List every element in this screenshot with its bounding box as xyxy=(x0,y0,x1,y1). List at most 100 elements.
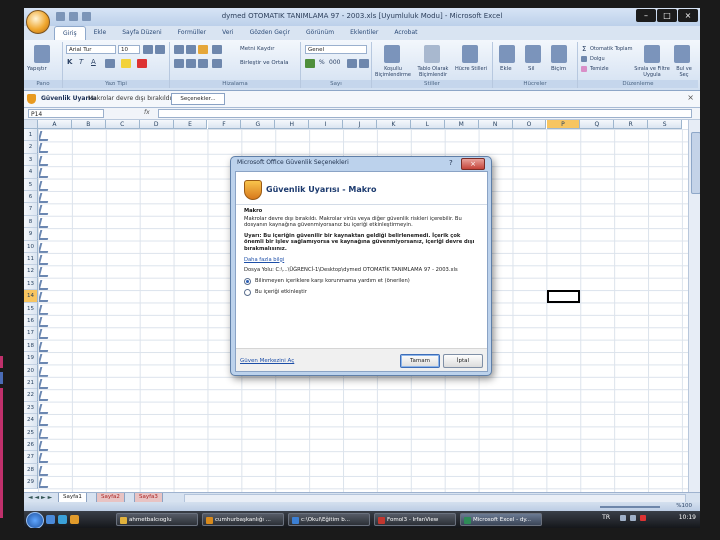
trust-center-link[interactable]: Güven Merkezini Aç xyxy=(240,358,294,364)
option-enable-row[interactable]: Bu içeriği etkinleştir xyxy=(244,288,479,296)
row-header[interactable]: 11 xyxy=(24,253,38,266)
row-header[interactable]: 5 xyxy=(24,178,38,191)
autosum-button[interactable]: Otomatik Toplam xyxy=(590,46,633,52)
row-header[interactable]: 12 xyxy=(24,265,38,278)
comma-button[interactable]: 000 xyxy=(329,59,340,66)
column-header[interactable]: E xyxy=(173,120,208,129)
column-header[interactable]: R xyxy=(614,120,649,129)
close-button[interactable]: × xyxy=(678,9,698,22)
insert-cells-button[interactable]: Ekle xyxy=(500,66,512,72)
find-select-icon[interactable] xyxy=(674,45,690,63)
column-header[interactable]: H xyxy=(275,120,310,129)
ribbon-tab[interactable]: Formüller xyxy=(170,26,214,40)
clear-icon[interactable] xyxy=(581,66,587,72)
row-header[interactable]: 29 xyxy=(24,476,38,489)
help-icon[interactable]: ? xyxy=(449,158,459,168)
align-middle-icon[interactable] xyxy=(186,45,196,54)
row-header[interactable]: 20 xyxy=(24,364,38,377)
cell-styles-icon[interactable] xyxy=(462,45,478,63)
sort-filter-icon[interactable] xyxy=(644,45,660,63)
ok-button[interactable]: Tamam xyxy=(400,354,440,368)
enable-radio-label[interactable]: Bu içeriği etkinleştir xyxy=(255,289,307,296)
wrap-text-button[interactable]: Metni Kaydır xyxy=(240,46,274,52)
ribbon-tab[interactable]: Veri xyxy=(214,26,241,40)
taskbar-button[interactable]: Microsoft Excel - dy... xyxy=(460,513,542,526)
currency-icon[interactable] xyxy=(305,59,315,68)
align-center-icon[interactable] xyxy=(186,59,196,68)
select-all-corner[interactable] xyxy=(24,120,38,129)
tray-security-icon[interactable] xyxy=(640,515,646,521)
row-header[interactable]: 1 xyxy=(24,129,38,142)
column-header[interactable]: J xyxy=(343,120,377,129)
cancel-button[interactable]: İptal xyxy=(443,354,483,368)
align-right-icon[interactable] xyxy=(198,59,208,68)
row-header[interactable]: 15 xyxy=(24,302,38,315)
taskbar-button[interactable]: ahmetbalcıoglu xyxy=(116,513,198,526)
sheet-nav-arrows[interactable]: ◄ ◄ ► ► xyxy=(28,494,52,501)
column-header[interactable]: Q xyxy=(580,120,615,129)
fill-color-icon[interactable] xyxy=(121,59,131,68)
column-header[interactable]: G xyxy=(241,120,276,129)
fx-icon[interactable]: fx xyxy=(144,109,150,116)
underline-button[interactable]: A xyxy=(91,58,96,66)
format-cells-button[interactable]: Biçim xyxy=(551,66,566,72)
ribbon-tab[interactable]: Gözden Geçir xyxy=(242,26,298,40)
option-protect-row[interactable]: Bilinmeyen içeriklere karşı korunmama ya… xyxy=(244,277,479,285)
sigma-icon[interactable]: Σ xyxy=(582,45,586,53)
formula-input[interactable] xyxy=(158,109,692,118)
vertical-scroll-thumb[interactable] xyxy=(691,132,700,194)
row-header[interactable]: 8 xyxy=(24,215,38,229)
taskbar-button[interactable]: c:\Okul\Eğitim b... xyxy=(288,513,370,526)
name-box[interactable]: P14 xyxy=(28,109,104,118)
find-select-button[interactable]: Bul ve Seç xyxy=(672,66,696,78)
shrink-font-icon[interactable] xyxy=(155,45,165,54)
delete-cells-button[interactable]: Sil xyxy=(528,66,535,72)
column-header[interactable]: S xyxy=(648,120,683,129)
protect-radio[interactable] xyxy=(244,277,251,285)
column-header[interactable]: D xyxy=(139,120,174,129)
ribbon-tab[interactable]: Giriş xyxy=(54,26,86,41)
minimize-button[interactable]: – xyxy=(636,9,656,22)
row-header[interactable]: 21 xyxy=(24,377,38,390)
dialog-close-button[interactable]: × xyxy=(461,158,485,170)
more-info-link[interactable]: Daha fazla bilgi xyxy=(244,257,479,264)
increase-decimal-icon[interactable] xyxy=(347,59,357,68)
media-player-icon[interactable] xyxy=(70,515,79,524)
font-size-combo[interactable]: 10 xyxy=(118,45,140,54)
enable-radio[interactable] xyxy=(244,288,251,296)
zoom-slider[interactable] xyxy=(600,506,660,508)
active-cell[interactable] xyxy=(546,290,581,303)
language-indicator[interactable]: TR xyxy=(602,514,610,521)
start-button[interactable] xyxy=(26,512,44,528)
tray-network-icon[interactable] xyxy=(620,515,626,521)
format-as-table-button[interactable]: Tablo Olarak Biçimlendir xyxy=(414,66,452,78)
cell-styles-button[interactable]: Hücre Stilleri xyxy=(454,66,488,72)
percent-button[interactable]: % xyxy=(319,59,325,66)
row-header[interactable]: 6 xyxy=(24,191,38,204)
column-header[interactable]: C xyxy=(105,120,140,129)
taskbar-button[interactable]: Fomol3 - IrfanView xyxy=(374,513,456,526)
row-header[interactable]: 13 xyxy=(24,277,38,291)
row-header[interactable]: 24 xyxy=(24,414,38,427)
column-header[interactable]: I xyxy=(309,120,344,129)
conditional-formatting-button[interactable]: Koşullu Biçimlendirme xyxy=(374,66,412,78)
ribbon-tab[interactable]: Görünüm xyxy=(298,26,342,40)
ribbon-tab[interactable]: Acrobat xyxy=(386,26,425,40)
office-button[interactable] xyxy=(26,10,50,34)
font-name-combo[interactable]: Arial Tur xyxy=(66,45,116,54)
column-header[interactable]: F xyxy=(207,120,242,129)
align-top-icon[interactable] xyxy=(174,45,184,54)
sort-filter-button[interactable]: Sırala ve Filtre Uygula xyxy=(634,66,670,78)
font-color-icon[interactable] xyxy=(137,59,147,68)
borders-icon[interactable] xyxy=(105,59,115,68)
column-header[interactable]: L xyxy=(410,120,445,129)
column-header[interactable]: P xyxy=(546,120,581,129)
row-header[interactable]: 27 xyxy=(24,451,38,464)
row-header[interactable]: 10 xyxy=(24,240,38,253)
ribbon-tab[interactable]: Sayfa Düzeni xyxy=(114,26,169,40)
fill-button[interactable]: Dolgu xyxy=(590,56,605,62)
row-header[interactable]: 2 xyxy=(24,141,38,154)
row-header[interactable]: 17 xyxy=(24,327,38,340)
insert-cells-icon[interactable] xyxy=(499,45,515,63)
row-header[interactable]: 22 xyxy=(24,389,38,402)
